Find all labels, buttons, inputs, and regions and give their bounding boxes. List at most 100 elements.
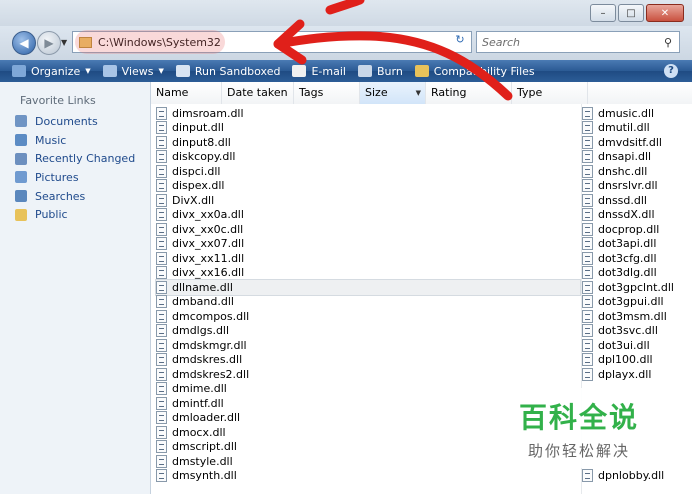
watermark-main: 百科全说 <box>518 400 639 434</box>
file-item[interactable]: dplayx.dll <box>582 367 682 382</box>
nav-link-pictures[interactable]: Pictures <box>15 168 135 187</box>
dll-file-icon <box>156 295 167 309</box>
maximize-button[interactable]: □ <box>618 4 644 22</box>
file-item[interactable]: docprop.dll <box>582 222 682 237</box>
dll-file-icon <box>582 179 593 193</box>
folder-icon <box>79 36 92 48</box>
file-item[interactable]: divx_xx16.dll <box>156 266 581 281</box>
file-item[interactable]: divx_xx0c.dll <box>156 222 581 237</box>
file-item[interactable]: DivX.dll <box>156 193 581 208</box>
nav-link-public[interactable]: Public <box>15 205 135 224</box>
address-bar[interactable]: C:\Windows\System32 <box>72 30 472 54</box>
dll-file-icon <box>156 411 167 425</box>
file-item[interactable]: dmsynth.dll <box>156 469 581 484</box>
title-bar: – □ ✕ <box>0 0 692 26</box>
forward-button[interactable]: ▶ <box>37 31 61 55</box>
file-item[interactable]: dmusic.dll <box>582 106 682 121</box>
file-item[interactable]: dot3gpui.dll <box>582 295 682 310</box>
file-item[interactable]: dpnlobby.dll <box>582 469 682 484</box>
file-item[interactable]: dmband.dll <box>156 295 581 310</box>
toolbar-organize-button[interactable]: Organize ▼ <box>12 65 91 78</box>
file-name: divx_xx11.dll <box>172 251 245 265</box>
dll-file-icon <box>156 469 167 483</box>
file-item[interactable]: dmdskres2.dll <box>156 367 581 382</box>
toolbar-sandbox-button[interactable]: Run Sandboxed <box>175 65 280 78</box>
minimize-button[interactable]: – <box>590 4 616 22</box>
file-item[interactable]: divx_xx11.dll <box>156 251 581 266</box>
search-input[interactable]: Search <box>482 36 661 49</box>
toolbar-label: E-mail <box>311 64 346 78</box>
address-path[interactable]: C:\Windows\System32 <box>98 36 221 49</box>
search-icon[interactable]: ⚲ <box>661 36 675 49</box>
history-dropdown-icon[interactable]: ▼ <box>61 38 67 47</box>
file-item[interactable]: dispci.dll <box>156 164 581 179</box>
file-item[interactable]: dnshc.dll <box>582 164 682 179</box>
toolbar-burn-button[interactable]: Burn <box>357 65 403 78</box>
file-item[interactable]: dmdskmgr.dll <box>156 338 581 353</box>
refresh-icon[interactable]: ↻ <box>452 33 468 49</box>
file-item[interactable]: dmdskres.dll <box>156 353 581 368</box>
file-item[interactable]: dot3api.dll <box>582 237 682 252</box>
file-item[interactable]: dnsapi.dll <box>582 150 682 165</box>
dll-file-icon <box>582 280 593 294</box>
column-date-taken[interactable]: Date taken <box>222 82 294 104</box>
file-item[interactable]: dnssdX.dll <box>582 208 682 223</box>
nav-link-documents[interactable]: Documents <box>15 112 135 131</box>
file-name: dispex.dll <box>172 179 225 193</box>
file-name: dot3cfg.dll <box>598 251 657 265</box>
column-type[interactable]: Type <box>512 82 588 104</box>
nav-link-label: Music <box>35 133 67 147</box>
file-item[interactable]: dinput8.dll <box>156 135 581 150</box>
file-item[interactable]: dnssd.dll <box>582 193 682 208</box>
file-item[interactable]: dot3svc.dll <box>582 324 682 339</box>
nav-link-label: Public <box>35 208 68 222</box>
file-item[interactable]: dpl100.dll <box>582 353 682 368</box>
file-item[interactable]: dot3ui.dll <box>582 338 682 353</box>
forward-arrow-icon: ▶ <box>44 36 54 50</box>
file-item[interactable]: dmutil.dll <box>582 121 682 136</box>
file-item[interactable]: dot3cfg.dll <box>582 251 682 266</box>
column-size[interactable]: Size ▼ <box>360 82 426 104</box>
file-item[interactable]: dot3dlg.dll <box>582 266 682 281</box>
file-item[interactable]: dmcompos.dll <box>156 309 581 324</box>
file-item[interactable]: dot3gpclnt.dll <box>582 280 682 295</box>
file-item[interactable]: dmvdsitf.dll <box>582 135 682 150</box>
file-name: dot3gpui.dll <box>598 295 664 309</box>
dll-file-icon <box>582 324 593 338</box>
file-name: divx_xx07.dll <box>172 237 245 251</box>
back-button[interactable]: ◀ <box>12 31 36 55</box>
file-item[interactable]: dispex.dll <box>156 179 581 194</box>
close-button[interactable]: ✕ <box>646 4 684 22</box>
file-item[interactable]: dinput.dll <box>156 121 581 136</box>
column-rating[interactable]: Rating <box>426 82 512 104</box>
toolbar-compat-button[interactable]: Compatibility Files <box>414 65 535 78</box>
file-item[interactable]: divx_xx0a.dll <box>156 208 581 223</box>
file-item[interactable]: dot3msm.dll <box>582 309 682 324</box>
toolbar-views-button[interactable]: Views ▼ <box>102 65 164 78</box>
nav-link-recently-changed[interactable]: Recently Changed <box>15 149 135 168</box>
file-item[interactable]: dimsroam.dll <box>156 106 581 121</box>
file-name: dimsroam.dll <box>172 106 244 120</box>
file-item[interactable]: dmdlgs.dll <box>156 324 581 339</box>
nav-link-label: Documents <box>35 114 98 128</box>
searches-icon <box>15 190 27 203</box>
nav-link-music[interactable]: Music <box>15 131 135 150</box>
file-name: dpnlobby.dll <box>598 469 665 483</box>
dll-file-icon <box>582 208 593 222</box>
file-item[interactable]: dllname.dll <box>155 279 581 296</box>
dll-file-icon <box>156 251 167 265</box>
command-bar: Organize ▼ Views ▼ Run Sandboxed E-mail Burn Co… <box>0 60 692 82</box>
search-box[interactable]: Search ⚲ <box>476 31 680 53</box>
column-name[interactable]: Name <box>151 82 222 104</box>
column-tags[interactable]: Tags <box>294 82 360 104</box>
column-rating-label: Rating <box>431 86 467 99</box>
nav-link-searches[interactable]: Searches <box>15 187 135 206</box>
toolbar-email-button[interactable]: E-mail <box>292 65 346 78</box>
file-item[interactable]: dnsrslvr.dll <box>582 179 682 194</box>
dll-file-icon <box>582 251 593 265</box>
help-icon[interactable]: ? <box>664 64 678 78</box>
dll-file-icon <box>156 179 167 193</box>
file-item[interactable]: diskcopy.dll <box>156 150 581 165</box>
file-name: divx_xx16.dll <box>172 266 245 280</box>
file-item[interactable]: divx_xx07.dll <box>156 237 581 252</box>
